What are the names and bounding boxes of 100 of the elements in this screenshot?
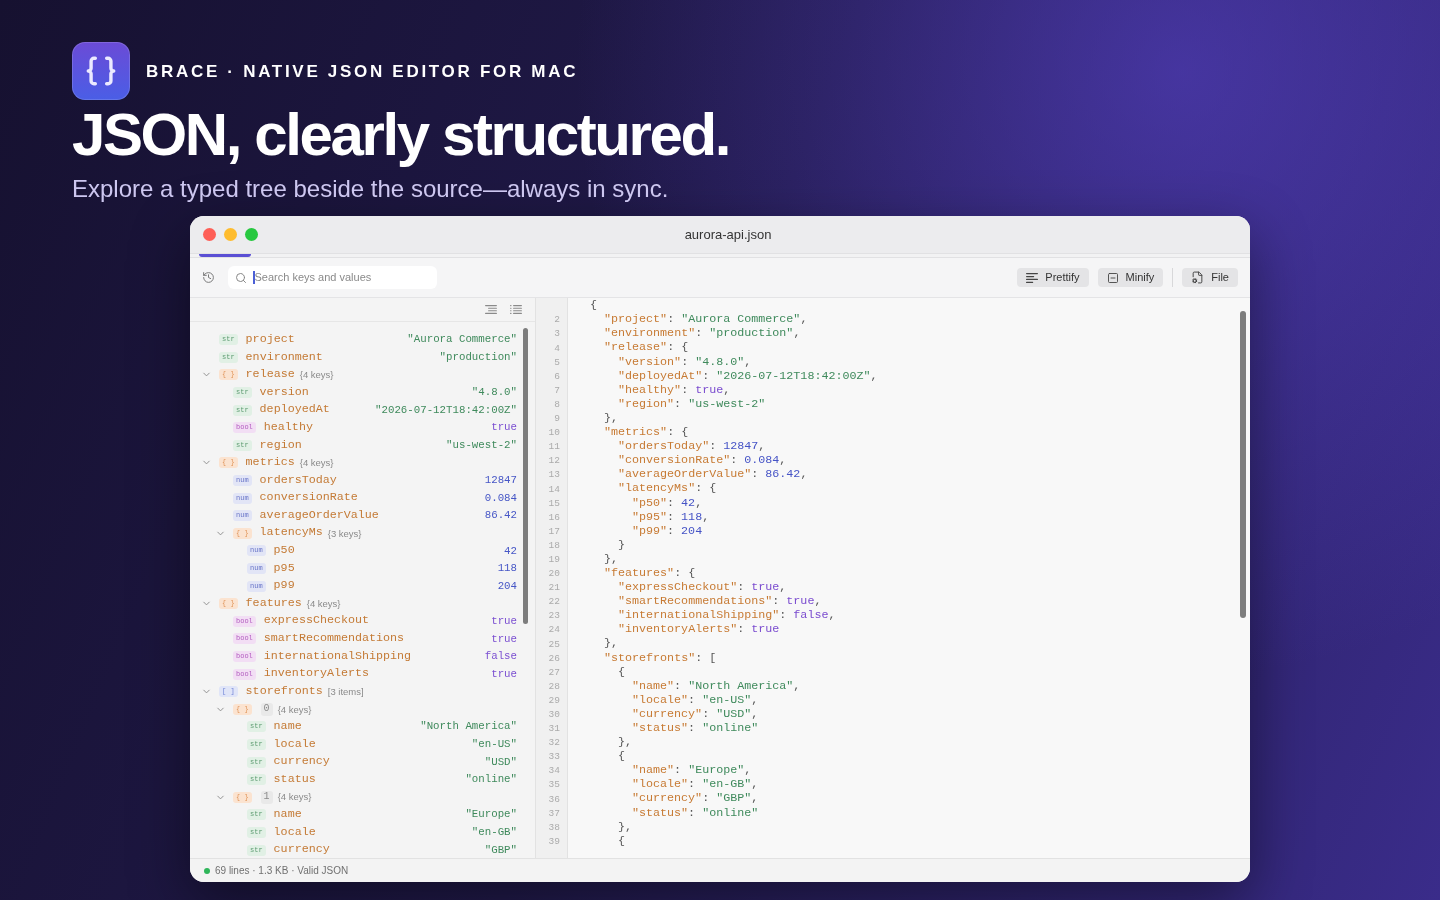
key-label: storefronts [245,685,323,698]
value-text: "2026-07-12T18:42:00Z" [375,404,517,416]
line-number: 8 [554,399,560,410]
history-icon[interactable] [202,271,215,284]
code-line: "name": "Europe", [632,765,752,777]
code-line: }, [618,821,633,834]
zoom-button[interactable] [245,228,258,241]
value-text: "GBP" [484,844,517,856]
value-text: "en-GB" [471,827,517,838]
toolbar-button[interactable]: Minify [1097,268,1164,287]
key-label: averageOrderValue [259,509,379,522]
code-line: }, [604,638,619,651]
list-icon[interactable] [510,305,522,314]
key-label: conversionRate [259,492,358,504]
line-number: 6 [554,371,560,382]
value-text: 0.084 [484,492,517,504]
key-label: name [273,721,302,733]
accent-bar [199,254,251,257]
code-line: "p50": 42, [632,497,703,510]
line-number: 9 [554,414,560,424]
value-text: 42 [504,545,517,557]
code-line: "region": "us-west-2" [618,398,766,411]
indented-list-icon[interactable] [485,305,497,314]
code-line: "p95": 118, [632,511,710,524]
headline: JSON, clearly structured. [72,104,729,166]
line-number: 2 [554,315,560,325]
line-number: 18 [548,540,560,551]
code-line: "status": "online" [632,807,759,820]
minus-square-icon [1106,271,1119,284]
value-text: "en-US" [471,739,517,750]
key-label: currency [273,756,330,768]
line-number: 35 [548,780,560,790]
code-line: "release": { [604,342,689,355]
window-title: aurora-api.json [684,225,772,244]
line-number: 19 [548,555,560,565]
value-text: 204 [497,580,517,592]
code-line: { [618,835,625,848]
key-label: smartRecommendations [263,633,405,645]
value-text: "production" [439,352,517,363]
key-label: release [245,369,295,381]
code-line: "locale": "en-GB", [632,779,759,792]
key-label: features [245,597,302,610]
line-number: 33 [548,752,560,762]
key-label: region [259,439,302,452]
key-label: locale [273,826,316,839]
key-label: environment [245,351,323,364]
code-line: "healthy": true, [618,384,731,397]
line-number: 37 [548,808,560,819]
code-line: "environment": "production", [604,328,801,341]
line-number: 11 [548,442,560,452]
search-field[interactable]: Search keys and values [228,266,437,289]
value-text: true [491,422,517,434]
code-line: "ordersToday": 12847, [618,441,766,453]
toolbar-button[interactable]: Prettify [1017,268,1089,287]
code-line: "storefronts": [ [604,652,717,665]
close-button[interactable] [203,228,216,241]
value-text: "Aurora Commerce" [407,334,517,346]
code-line: "project": "Aurora Commerce", [604,314,808,326]
status-text: 69 lines · 1.3 KB · Valid JSON [215,864,349,878]
toolbar-button[interactable]: File [1182,268,1238,287]
line-number: 32 [548,738,560,748]
file-gear-icon [1191,271,1205,284]
value-text: true [491,633,517,645]
code-line: "p99": 204 [632,525,703,538]
code-line: "name": "North America", [632,680,801,693]
search-placeholder: Search keys and values [254,270,372,286]
line-number: 23 [548,611,560,621]
line-number: 26 [548,653,560,664]
scrollbar-thumb[interactable] [523,328,528,624]
line-number: 16 [548,512,560,523]
value-text: 86.42 [484,510,517,522]
value-text: false [484,651,517,662]
subtitle: Explore a typed tree beside the source—always in sync. [72,174,669,204]
key-label: ordersToday [259,474,337,487]
code-line: { [618,666,625,679]
item-count: {3 keys} [327,528,362,539]
code-line: "locale": "en-US", [632,694,759,707]
code-line: "deployedAt": "2026-07-12T18:42:00Z", [618,370,878,383]
line-number: 31 [548,724,560,734]
text-lines-icon [1026,272,1039,283]
line-number: 12 [548,456,560,466]
value-text: 118 [497,563,517,574]
line-number: 24 [548,625,560,635]
index-badge: 0 [260,702,273,716]
code-line: }, [618,737,633,749]
key-label: p95 [273,562,295,575]
code-line: }, [604,553,619,566]
item-count: {4 keys} [277,792,312,802]
key-label: project [245,333,295,346]
code-line: "features": { [604,567,696,580]
value-text: true [491,668,517,680]
key-label: healthy [263,421,313,434]
minimize-button[interactable] [224,228,237,241]
item-count: [3 items] [327,686,364,697]
scrollbar-thumb[interactable] [1240,311,1246,618]
key-label: expressCheckout [263,615,370,628]
key-label: locale [273,738,316,751]
search-icon [235,271,247,284]
code-line: "currency": "GBP", [632,793,759,806]
key-label: metrics [245,457,295,469]
